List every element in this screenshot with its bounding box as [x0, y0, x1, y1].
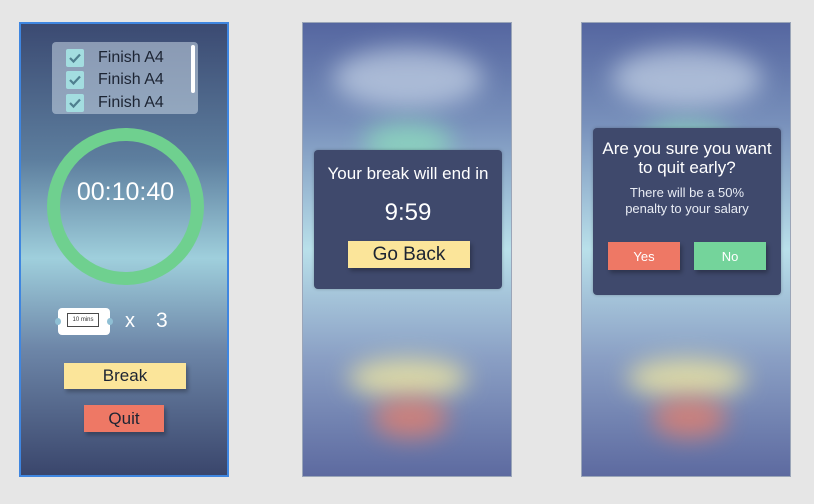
yes-button[interactable]: Yes — [608, 242, 680, 270]
task-label: Finish A4 — [98, 94, 164, 111]
go-back-button[interactable]: Go Back — [348, 241, 470, 268]
quit-dialog-title: Are you sure you want to quit early? — [593, 139, 781, 177]
task-list-scrollbar[interactable] — [191, 45, 195, 93]
task-item[interactable]: Finish A4 — [66, 48, 164, 68]
timer-display: 00:10:40 — [76, 178, 175, 206]
ticket-label: 10 mins — [67, 313, 99, 327]
ticket-icon: 10 mins — [55, 308, 113, 335]
quit-confirm-screen: Are you sure you want to quit early? The… — [581, 22, 791, 477]
task-list[interactable]: Finish A4 Finish A4 Finish A4 — [52, 42, 198, 114]
check-icon[interactable] — [66, 49, 84, 67]
quit-dialog-message: There will be a 50% penalty to your sala… — [593, 185, 781, 217]
quit-button[interactable]: Quit — [84, 405, 164, 432]
quit-dialog-message-line: There will be a 50% — [629, 185, 745, 200]
break-countdown: 9:59 — [384, 199, 432, 226]
quit-dialog-message-line: penalty to your salary — [625, 201, 749, 216]
no-button[interactable]: No — [694, 242, 766, 270]
multiplier-sign: x — [125, 310, 135, 332]
break-screen: Your break will end in 9:59 Go Back — [302, 22, 512, 477]
task-label: Finish A4 — [98, 49, 164, 66]
task-item[interactable]: Finish A4 — [66, 70, 164, 90]
quit-dialog-title-line: Are you sure you want — [602, 139, 772, 158]
quit-dialog: Are you sure you want to quit early? The… — [593, 128, 781, 295]
break-button[interactable]: Break — [64, 363, 186, 389]
timer-screen: Finish A4 Finish A4 Finish A4 00:10:40 1… — [19, 22, 229, 477]
check-icon[interactable] — [66, 71, 84, 89]
break-dialog-title: Your break will end in — [327, 164, 489, 183]
task-label: Finish A4 — [98, 71, 164, 88]
check-icon[interactable] — [66, 94, 84, 112]
task-item[interactable]: Finish A4 — [66, 93, 164, 113]
quit-dialog-title-line: to quit early? — [638, 158, 736, 177]
ticket-count: 3 — [156, 309, 168, 332]
break-dialog: Your break will end in 9:59 Go Back — [314, 150, 502, 289]
